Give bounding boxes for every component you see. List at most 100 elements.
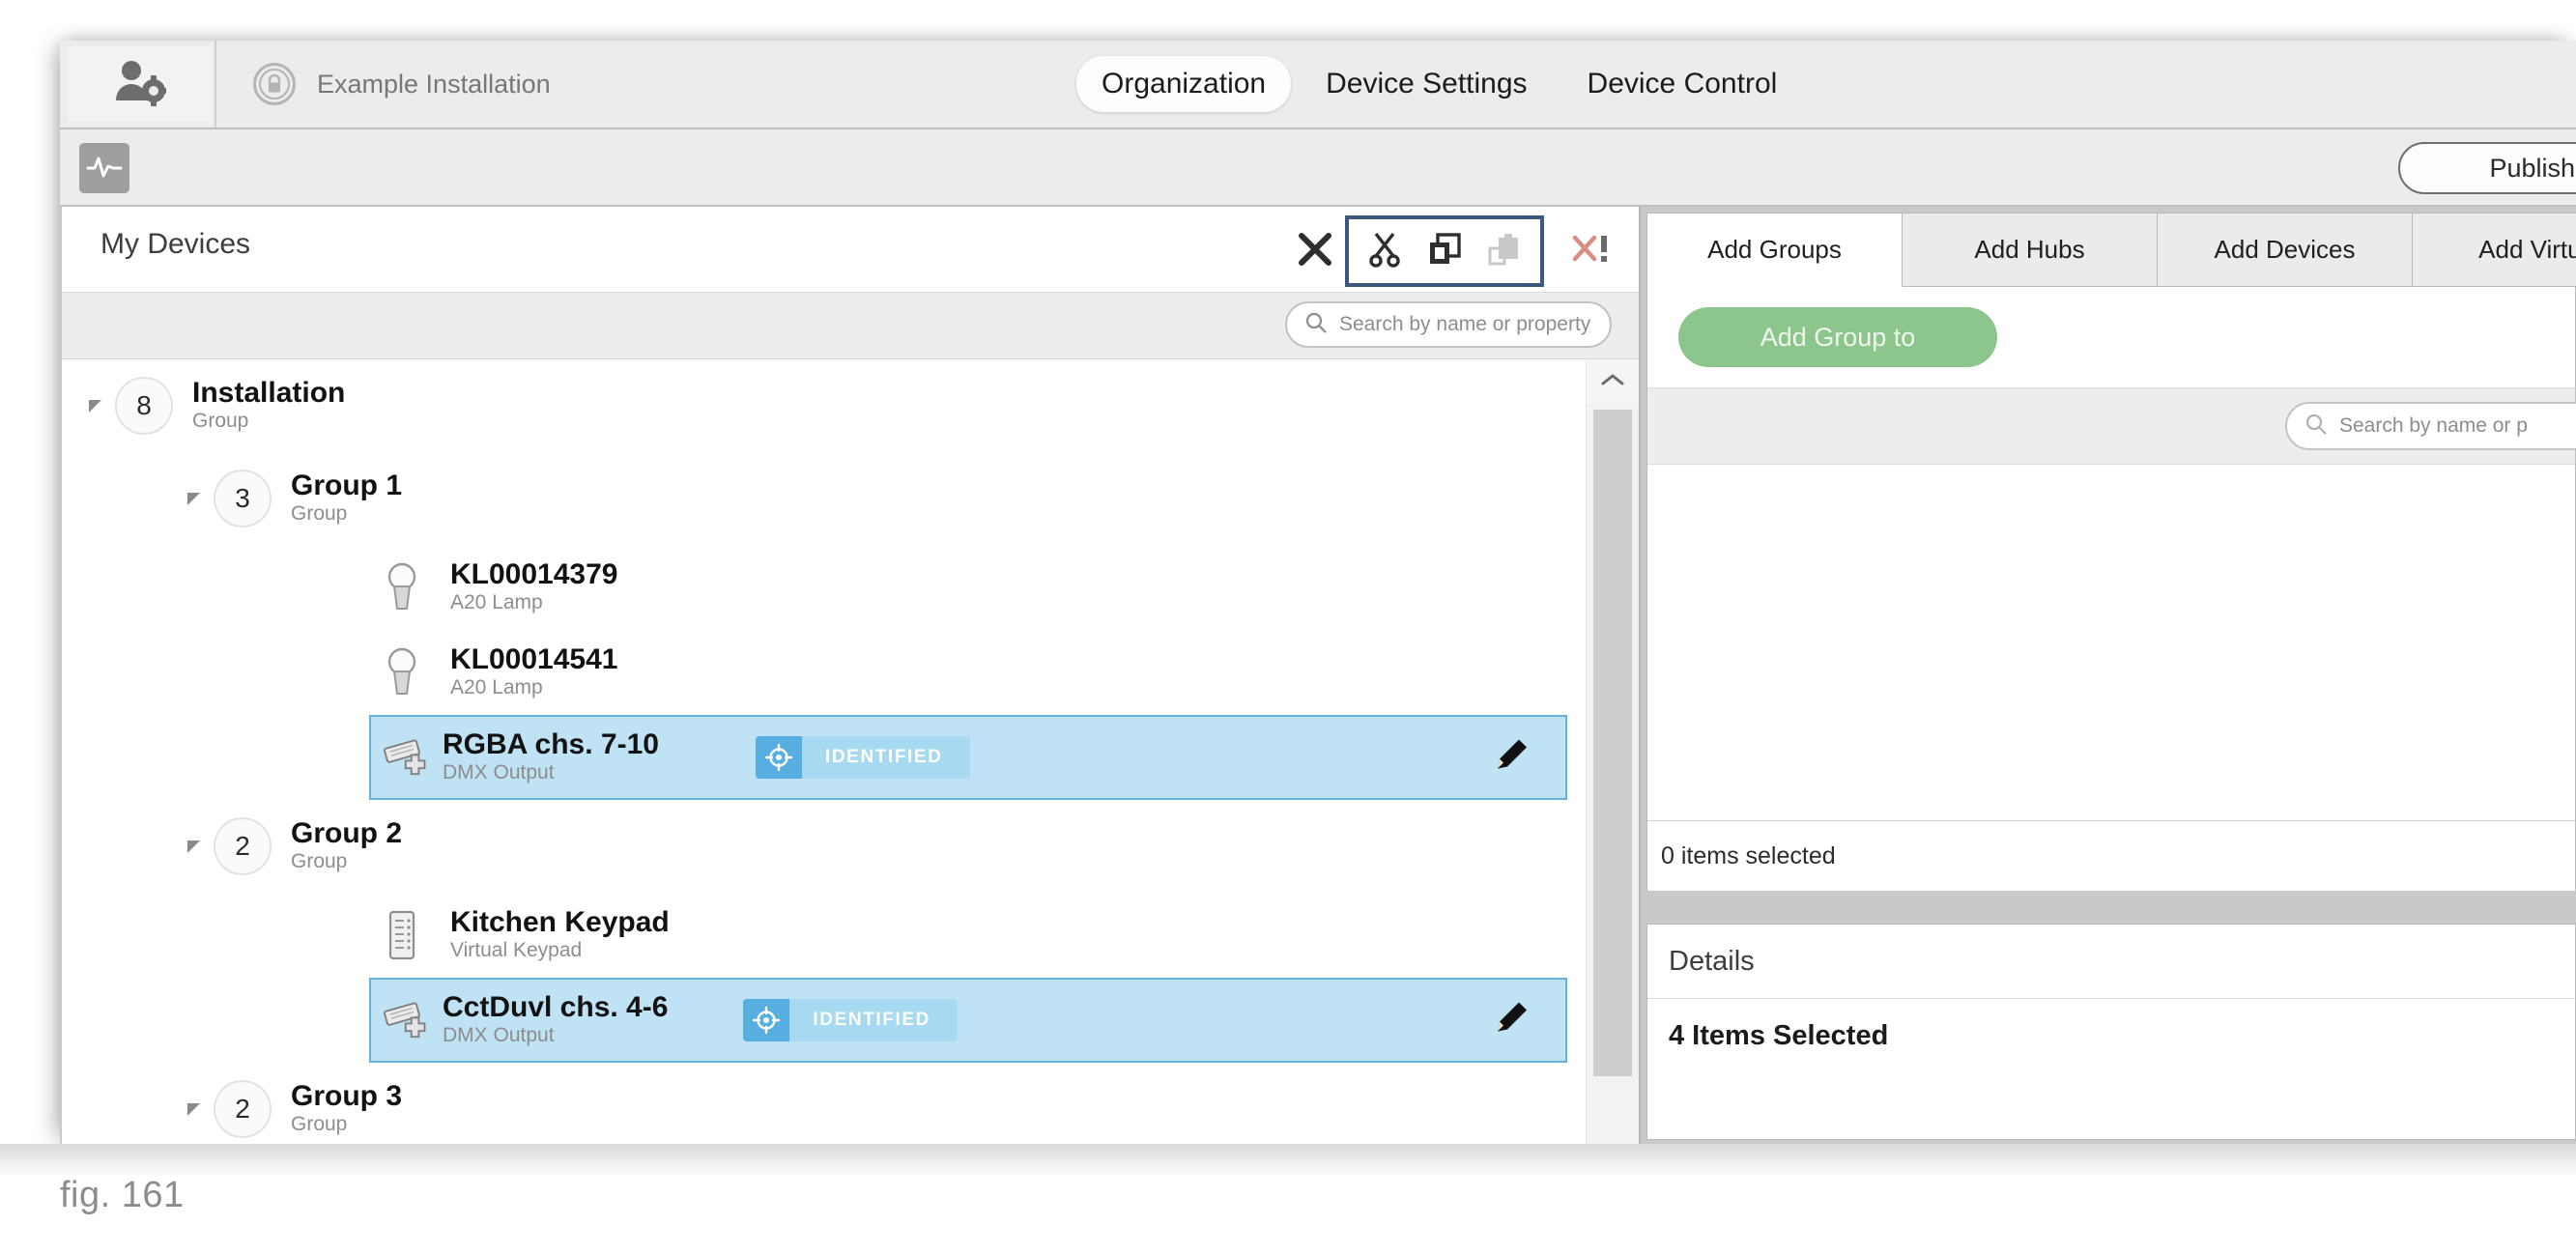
add-group-to-button[interactable]: Add Group to <box>1678 307 1997 367</box>
installation-breadcrumb[interactable]: Example Installation <box>253 41 551 128</box>
tree-row-installation[interactable]: 8 Installation Group <box>62 359 1587 452</box>
panel-title: My Devices <box>100 228 251 260</box>
clipboard-button-group <box>1345 215 1544 287</box>
paste-icon <box>1487 232 1522 271</box>
tab-add-devices[interactable]: Add Devices <box>2158 214 2413 286</box>
installation-name-label: Example Installation <box>317 69 551 99</box>
tree-row-group-2[interactable]: 2 Group 2 Group <box>62 800 1587 893</box>
tree-item-title: Group 2 <box>291 817 403 850</box>
identified-label: IDENTIFIED <box>813 1010 930 1030</box>
devices-search-bar: Search by name or property <box>62 293 1639 359</box>
tree-row-group-1[interactable]: 3 Group 1 Group <box>62 452 1587 545</box>
tab-add-hubs[interactable]: Add Hubs <box>1903 214 2158 286</box>
details-header: Details <box>1647 925 2575 999</box>
device-tree: 8 Installation Group 3 Group 1 Group KL0… <box>62 359 1587 1144</box>
tree-row-device-cctduvl-chs-4-6[interactable]: CctDuvl chs. 4-6 DMX Output IDENTIFIED <box>369 978 1567 1063</box>
search-input[interactable]: Search by name or property <box>1285 301 1612 348</box>
toolbar-divider <box>215 41 216 128</box>
chevron-down-icon[interactable] <box>187 492 200 505</box>
error-clear-icon <box>1571 232 1612 271</box>
add-card: Add Groups Add Hubs Add Devices Add Virt… <box>1646 213 2576 891</box>
add-status-bar: 0 items selected <box>1647 820 2575 891</box>
application-window: Example Installation Organization Device… <box>60 41 2576 1144</box>
tree-item-subtitle: A20 Lamp <box>450 590 543 613</box>
add-results-list[interactable] <box>1647 465 2575 820</box>
tree-item-subtitle: DMX Output <box>443 1023 555 1046</box>
lamp-icon <box>379 560 425 614</box>
identify-target-icon <box>743 999 790 1041</box>
lock-badge-icon <box>253 63 296 105</box>
tree-row-device-kl00014379[interactable]: KL00014379 A20 Lamp <box>369 545 1567 630</box>
tree-item-title: Group 1 <box>291 470 403 502</box>
scrollbar-thumb[interactable] <box>1593 410 1632 1076</box>
copy-button[interactable] <box>1415 221 1474 281</box>
publish-button[interactable]: Publish and <box>2398 142 2576 194</box>
page-root: Example Installation Organization Device… <box>0 0 2576 1254</box>
identify-target-icon <box>755 736 802 779</box>
tree-item-title: CctDuvl chs. 4-6 <box>443 991 669 1024</box>
tree-row-device-kl00014541[interactable]: KL00014541 A20 Lamp <box>369 630 1567 715</box>
chevron-down-icon[interactable] <box>187 840 200 853</box>
top-navigation-bar: Example Installation Organization Device… <box>60 41 2576 129</box>
tab-add-groups[interactable]: Add Groups <box>1647 214 1903 287</box>
tree-item-title: Group 3 <box>291 1080 403 1113</box>
add-search-placeholder: Search by name or p <box>2339 414 2528 437</box>
details-card: Details 4 Items Selected <box>1646 924 2576 1140</box>
edit-pencil-icon[interactable] <box>1492 736 1531 780</box>
tree-item-title: Kitchen Keypad <box>450 906 670 939</box>
search-icon <box>1304 311 1328 339</box>
nav-tab-organization[interactable]: Organization <box>1076 56 1292 112</box>
child-count-badge: 2 <box>214 1080 272 1138</box>
identified-status-badge: IDENTIFIED <box>755 736 970 779</box>
scroll-up-button[interactable] <box>1587 359 1639 404</box>
search-placeholder: Search by name or property <box>1339 313 1591 335</box>
tree-row-device-kitchen-keypad[interactable]: Kitchen Keypad Virtual Keypad <box>369 893 1567 978</box>
content-area: My Devices Search by name or property 8 … <box>60 207 2576 1144</box>
tree-item-title: Installation <box>192 377 346 410</box>
nav-tab-device-settings[interactable]: Device Settings <box>1301 56 1552 112</box>
user-gear-icon <box>114 58 166 111</box>
close-icon <box>1296 230 1334 273</box>
main-nav-tabs: Organization Device Settings Device Cont… <box>1076 41 1802 128</box>
activity-monitor-button[interactable] <box>79 143 129 193</box>
tree-item-title: KL00014541 <box>450 643 618 676</box>
copy-icon <box>1427 232 1462 271</box>
chevron-up-icon <box>1600 372 1625 392</box>
add-search-bar: Search by name or p <box>1647 387 2576 465</box>
paste-button[interactable] <box>1474 221 1534 281</box>
tree-item-title: KL00014379 <box>450 558 618 591</box>
tree-item-title: RGBA chs. 7-10 <box>443 728 659 761</box>
tree-item-subtitle: Group <box>291 1112 348 1135</box>
user-settings-button[interactable] <box>68 46 213 122</box>
tree-scrollbar[interactable] <box>1586 359 1639 1144</box>
tab-add-virtual[interactable]: Add Virtual <box>2413 214 2576 286</box>
devices-toolbar <box>1285 211 1621 292</box>
child-count-badge: 3 <box>214 470 272 527</box>
edit-pencil-icon[interactable] <box>1492 999 1531 1042</box>
scissors-icon <box>1367 231 1402 272</box>
add-search-input[interactable]: Search by name or p <box>2285 402 2576 450</box>
tree-row-group-3[interactable]: 2 Group 3 Group <box>62 1063 1587 1144</box>
clear-errors-button[interactable] <box>1561 221 1621 281</box>
chevron-down-icon[interactable] <box>89 399 101 413</box>
chevron-down-icon[interactable] <box>187 1102 200 1116</box>
tree-item-subtitle: DMX Output <box>443 760 555 784</box>
page-bottom-fade <box>0 1144 2576 1177</box>
add-action-area: Add Group to <box>1647 287 2575 387</box>
figure-caption: fig. 161 <box>60 1175 185 1215</box>
tree-item-subtitle: Group <box>291 849 348 872</box>
search-icon <box>2304 413 2328 441</box>
nav-tab-device-control[interactable]: Device Control <box>1562 56 1803 112</box>
dmx-output-add-icon <box>381 995 427 1045</box>
device-tree-wrapper: 8 Installation Group 3 Group 1 Group KL0… <box>62 359 1639 1144</box>
tree-row-device-rgba-chs-7-10[interactable]: RGBA chs. 7-10 DMX Output IDENTIFIED <box>369 715 1567 800</box>
tree-item-subtitle: Virtual Keypad <box>450 938 583 961</box>
tree-item-subtitle: A20 Lamp <box>450 675 543 698</box>
my-devices-header: My Devices <box>62 207 1639 293</box>
tree-item-subtitle: Group <box>291 501 348 525</box>
delete-button[interactable] <box>1285 221 1345 281</box>
identified-label: IDENTIFIED <box>824 747 943 767</box>
cut-button[interactable] <box>1355 221 1415 281</box>
child-count-badge: 8 <box>115 377 173 435</box>
add-tabs: Add Groups Add Hubs Add Devices Add Virt… <box>1647 214 2576 287</box>
